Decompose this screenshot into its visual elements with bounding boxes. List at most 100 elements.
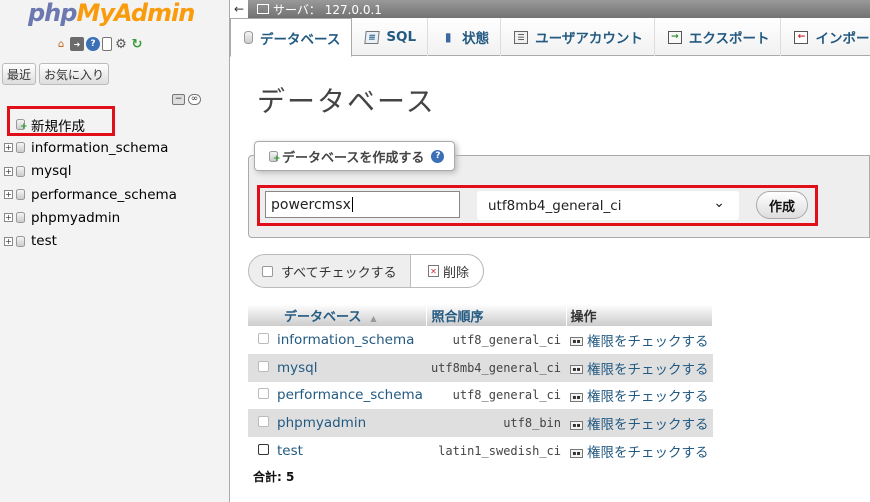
collation-cell: utf8_general_ci — [426, 326, 566, 354]
create-database-legend: データベースを作成する ? — [254, 141, 456, 171]
row-checkbox[interactable] — [258, 388, 269, 400]
sql-icon: ≡ — [364, 30, 381, 44]
check-privileges-link[interactable]: ▪▪ 権限をチェックする — [566, 353, 713, 382]
phpmyadmin-logo[interactable]: phpMyAdmin — [28, 0, 195, 27]
create-form-highlight-box — [257, 185, 818, 226]
table-row: test latin1_swedish_ci ▪▪ 権限をチェックする — [248, 437, 713, 465]
doc-icon[interactable] — [102, 37, 112, 51]
server-icon — [257, 4, 269, 14]
privileges-icon: ▪▪ — [570, 420, 583, 430]
tab-label: インポー — [815, 31, 870, 47]
total-count: 合計: 5 — [253, 470, 295, 484]
collation-cell: utf8_general_ci — [426, 381, 566, 410]
collation-cell: utf8_bin — [426, 409, 566, 438]
link-with-main-icon[interactable]: ∞ — [188, 94, 201, 105]
page-title: データベース — [257, 85, 436, 118]
table-row: information_schema utf8_general_ci ▪▪ 権限を… — [248, 326, 713, 354]
database-link[interactable]: information_schema — [273, 326, 427, 354]
expand-icon[interactable]: + — [4, 236, 13, 246]
table-header-row: データベース ▲ 照合順序 操作 — [248, 304, 713, 326]
header-action: 操作 — [566, 304, 713, 326]
tree-item-information-schema[interactable]: + information_schema — [0, 136, 229, 159]
home-icon[interactable]: ⌂ — [54, 37, 68, 51]
database-link[interactable]: performance_schema — [273, 381, 427, 410]
tab-sql[interactable]: ≡ SQL — [352, 18, 429, 56]
navigation-panel: phpMyAdmin ⌂ ➜ ? ⚙ ↻ 最近 お気に入り − ∞ 新規作成 +… — [0, 0, 230, 502]
database-icon — [244, 31, 253, 44]
privileges-icon: ▪▪ — [570, 365, 583, 375]
database-link[interactable]: mysql — [273, 353, 427, 382]
table-row: performance_schema utf8_general_ci ▪▪ 権限を… — [248, 381, 713, 410]
sort-asc-icon: ▲ — [370, 313, 377, 323]
header-database[interactable]: データベース ▲ — [248, 304, 428, 326]
expand-icon[interactable]: + — [4, 190, 13, 200]
main-tab-bar: データベース ≡ SQL ▮ 状態 ☰ ユーザアカウント → エクスポート ← … — [230, 18, 870, 57]
tab-label: ユーザアカウント — [535, 31, 643, 47]
tab-databases[interactable]: データベース — [230, 18, 353, 57]
database-link[interactable]: test — [273, 437, 427, 465]
privileges-icon: ▪▪ — [570, 448, 583, 458]
tab-status[interactable]: ▮ 状態 — [428, 18, 502, 56]
tree-item-label: information_schema — [31, 139, 169, 156]
database-icon — [16, 235, 25, 247]
collation-cell: latin1_swedish_ci — [426, 437, 566, 465]
check-all-label[interactable]: すべてチェックする — [281, 262, 397, 281]
tree-item-label: mysql — [31, 163, 72, 180]
row-checkbox[interactable] — [258, 360, 269, 372]
check-privileges-link[interactable]: ▪▪ 権限をチェックする — [566, 381, 713, 410]
tree-item-test[interactable]: + test — [0, 229, 229, 252]
privileges-icon: ▪▪ — [570, 392, 583, 402]
gear-icon[interactable]: ⚙ — [114, 37, 128, 52]
databases-table: データベース ▲ 照合順序 操作 information_schema utf8_… — [248, 304, 713, 465]
tab-label: データベース — [260, 31, 341, 48]
help-icon[interactable]: ? — [86, 37, 100, 51]
new-database-icon — [269, 150, 281, 164]
table-row: mysql utf8mb4_general_ci ▪▪ 権限をチェックする — [248, 353, 713, 382]
reload-icon[interactable]: ↻ — [130, 37, 144, 52]
tree-item-label: performance_schema — [31, 186, 177, 203]
tab-user-accounts[interactable]: ☰ ユーザアカウント — [501, 18, 655, 56]
tree-item-mysql[interactable]: + mysql — [0, 160, 229, 183]
help-icon[interactable]: ? — [431, 149, 445, 163]
delete-label: 削除 — [443, 265, 470, 281]
export-icon: → — [667, 30, 682, 44]
tree-controls: − ∞ — [172, 94, 201, 105]
database-link[interactable]: phpmyadmin — [273, 409, 427, 438]
delete-button[interactable]: ✕ 削除 — [410, 254, 484, 288]
new-item-highlight-box — [7, 106, 115, 136]
tree-item-performance-schema[interactable]: + performance_schema — [0, 183, 229, 206]
database-icon — [16, 142, 25, 154]
row-checkbox[interactable] — [258, 444, 269, 456]
server-breadcrumb-bar: ← サーバ： 127.0.0.1 — [230, 0, 870, 18]
exit-icon[interactable]: ➜ — [70, 37, 84, 51]
tree-item-label: phpmyadmin — [31, 209, 121, 226]
tab-label: 状態 — [462, 31, 490, 47]
check-privileges-link[interactable]: ▪▪ 権限をチェックする — [566, 326, 713, 354]
recent-button[interactable]: 最近 — [2, 63, 37, 85]
nav-tab-buttons: 最近 お気に入り — [2, 63, 110, 85]
database-icon — [16, 189, 25, 201]
header-collation[interactable]: 照合順序 — [426, 304, 567, 326]
tab-import[interactable]: ← インポー — [781, 18, 870, 56]
collapse-all-icon[interactable]: − — [172, 94, 185, 105]
tab-export[interactable]: → エクスポート — [655, 18, 782, 56]
expand-icon[interactable]: + — [4, 143, 13, 153]
privileges-icon: ▪▪ — [570, 337, 583, 347]
server-label[interactable]: サーバ： 127.0.0.1 — [273, 1, 382, 18]
row-checkbox[interactable] — [258, 332, 269, 344]
check-privileges-link[interactable]: ▪▪ 権限をチェックする — [566, 437, 713, 465]
check-privileges-link[interactable]: ▪▪ 権限をチェックする — [566, 409, 713, 438]
expand-icon[interactable]: + — [4, 213, 13, 223]
check-all-checkbox[interactable] — [262, 265, 273, 277]
favorites-button[interactable]: お気に入り — [39, 63, 110, 85]
expand-icon[interactable]: + — [4, 166, 13, 176]
logo-php-text: php — [28, 0, 77, 27]
row-checkbox[interactable] — [258, 416, 269, 428]
tree-item-label: test — [31, 233, 57, 250]
legend-text: データベースを作成する — [282, 150, 425, 166]
import-icon: ← — [794, 30, 809, 44]
tree-item-phpmyadmin[interactable]: + phpmyadmin — [0, 206, 229, 229]
table-row: phpmyadmin utf8_bin ▪▪ 権限をチェックする — [248, 409, 713, 438]
back-arrow-icon[interactable]: ← — [230, 0, 248, 18]
logo-myadmin-text: MyAdmin — [76, 0, 195, 27]
